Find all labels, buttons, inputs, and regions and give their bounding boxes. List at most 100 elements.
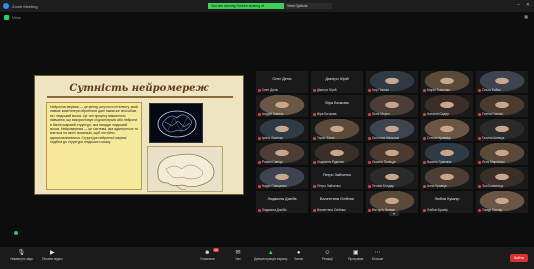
slide-title: Сутність нейромереж — [69, 83, 209, 94]
participant-tile[interactable]: Анна Кравчук — [421, 167, 473, 189]
more-button[interactable]: ⋯ Більше — [372, 249, 383, 261]
participant-name: Людмила Дзюба — [262, 208, 287, 212]
participant-display-name: Людмила Дзюба — [267, 197, 297, 201]
chat-button[interactable]: ✉ Чат — [234, 249, 242, 261]
muted-mic-icon — [258, 208, 261, 212]
security-shield-icon[interactable] — [4, 14, 9, 20]
participant-name-label: Петро Зайченко — [313, 184, 341, 188]
participant-name-label: Ігор Пасько — [368, 88, 389, 92]
share-banner-text: You are viewing Screen sharing of partic… — [208, 3, 284, 14]
participant-tile[interactable]: Роман Савчук — [256, 143, 308, 165]
participant-tile[interactable]: Ігор Пасько — [366, 71, 418, 93]
participant-name-label: Тимур Гончар — [478, 208, 502, 212]
participant-name: Зоя Ковальчук — [482, 184, 504, 188]
participant-name-label: Андрій Коваль — [258, 112, 283, 116]
view-options-button[interactable]: View Options — [284, 3, 332, 9]
connection-status-icon — [14, 231, 18, 235]
muted-mic-icon — [258, 136, 261, 140]
participant-name-label: Анна Кравчук — [423, 184, 447, 188]
start-video-button[interactable]: ▶ Почати відео — [42, 249, 63, 261]
participant-tile[interactable]: Людмила Руденко — [311, 143, 363, 165]
microphone-icon: 🎙 — [17, 250, 26, 256]
participants-gallery: Олег Деніс Олег Деніс Дмитро Юрій Дмитро Юр… — [256, 71, 530, 219]
participant-tile[interactable]: Світлана Мельник — [366, 119, 418, 141]
share-screen-button[interactable]: ▲ Демонстрація екрану — [254, 249, 287, 262]
participant-display-name: Дмитро Юрій — [325, 77, 349, 81]
participant-name-label: Валентина Олійник — [313, 208, 346, 212]
leave-meeting-button[interactable]: Вийти — [510, 254, 528, 262]
participant-name-label: Тетяна Бондар — [368, 184, 394, 188]
record-icon: ● — [296, 249, 301, 256]
participant-name: Степан Кравець — [427, 136, 451, 140]
slide-body: Нейронна мережа — це метод штучного інте… — [46, 102, 142, 190]
muted-mic-icon — [313, 208, 316, 212]
participant-name-label: Олена Гнатюк — [478, 112, 503, 116]
participant-tile[interactable]: Петро Зайченко Петро Зайченко — [311, 167, 363, 189]
apps-button[interactable]: ▣ Програми — [348, 249, 363, 261]
participant-tile[interactable]: Тетяна Бондар — [366, 167, 418, 189]
participant-tile[interactable]: Олег Деніс Олег Деніс — [256, 71, 308, 93]
participants-button[interactable]: ☻ Учасники 30 — [200, 248, 219, 261]
participant-tile[interactable]: Вікторія Литвин — [366, 191, 418, 213]
participant-display-name: Валентина Олійник — [319, 197, 355, 201]
share-banner: You are viewing Screen sharing of partic… — [208, 3, 332, 14]
participant-name: Оксана Поліщук — [372, 160, 396, 164]
participant-tile[interactable]: Марія Ткаченко — [421, 71, 473, 93]
participant-tile[interactable]: Андрій Коваль — [256, 95, 308, 117]
participant-name: Дмитро Юрій — [317, 88, 337, 92]
reactions-button[interactable]: ☺ Реакції — [322, 249, 333, 262]
participant-tile[interactable]: Степан Кравець — [421, 119, 473, 141]
muted-mic-icon — [313, 160, 316, 164]
participant-tile[interactable]: Надія Онищенко — [256, 167, 308, 189]
participant-tile[interactable]: Дмитро Юрій Дмитро Юрій — [311, 71, 363, 93]
participant-tile[interactable]: Наталія Сидор — [421, 95, 473, 117]
muted-mic-icon — [478, 160, 481, 164]
gallery-next-page-icon[interactable]: ▾ — [389, 211, 399, 216]
window-title: Zoom Meeting — [12, 3, 38, 9]
participant-tile[interactable]: Леся Марченко — [476, 143, 528, 165]
record-button[interactable]: ● Запис — [294, 249, 303, 262]
participant-name-label: Роман Савчук — [258, 160, 283, 164]
participants-count-badge: 30 — [213, 248, 219, 252]
meeting-toolbar: 🎙 Увімкнути звук ▶ Почати відео ☻ Учасни… — [0, 247, 534, 269]
participant-name-label: Надія Онищенко — [258, 184, 287, 188]
participant-tile[interactable]: Віра Бичкова Віра Бичкова — [311, 95, 363, 117]
participant-name-label: Любов Кушнір — [423, 208, 448, 212]
muted-mic-icon — [423, 136, 426, 140]
close-icon[interactable]: ✕ — [526, 2, 530, 8]
view-grid-icon[interactable]: ▦ — [524, 14, 528, 19]
participant-tile[interactable]: Галина Шевчук — [476, 119, 528, 141]
participant-tile[interactable]: Тимур Гончар — [476, 191, 528, 213]
reaction-icon: ☺ — [324, 249, 331, 256]
participant-tile[interactable]: Олена Гнатюк — [476, 95, 528, 117]
participants-icon: ☻ — [204, 249, 211, 256]
muted-mic-icon — [368, 208, 371, 212]
muted-mic-icon — [478, 184, 481, 188]
brain-sketch-image — [147, 146, 223, 192]
participant-name: Марія Ткаченко — [427, 88, 450, 92]
participant-name: Ірина Лисенко — [262, 136, 284, 140]
participant-tile[interactable]: Тарас Білик — [311, 119, 363, 141]
participant-name: Тарас Білик — [317, 136, 335, 140]
participant-tile[interactable]: Оксана Поліщук — [366, 143, 418, 165]
participant-name: Ольга Бойко — [482, 88, 501, 92]
participant-name: Андрій Коваль — [262, 112, 284, 116]
participant-name: Ігор Пасько — [372, 88, 389, 92]
participant-tile[interactable]: Зоя Ковальчук — [476, 167, 528, 189]
minimize-icon[interactable]: – — [517, 2, 520, 8]
participant-tile[interactable]: Василь Гуменюк — [421, 143, 473, 165]
muted-mic-icon — [368, 184, 371, 188]
participant-tile[interactable]: Валентина Олійник Валентина Олійник — [311, 191, 363, 213]
participant-tile[interactable]: Ірина Лисенко — [256, 119, 308, 141]
slide-divider — [47, 96, 233, 98]
muted-mic-icon — [313, 112, 316, 116]
participant-name-label: Галина Шевчук — [478, 136, 504, 140]
unmute-button[interactable]: 🎙 Увімкнути звук — [10, 249, 33, 261]
participant-tile[interactable]: Любов Кушнір Любов Кушнір — [421, 191, 473, 213]
view-label: View — [12, 14, 21, 20]
participant-tile[interactable]: Людмила Дзюба Людмила Дзюба — [256, 191, 308, 213]
participant-name: Роман Савчук — [262, 160, 283, 164]
muted-mic-icon — [423, 160, 426, 164]
participant-tile[interactable]: Ольга Бойко — [476, 71, 528, 93]
participant-tile[interactable]: Юлія Мороз — [366, 95, 418, 117]
